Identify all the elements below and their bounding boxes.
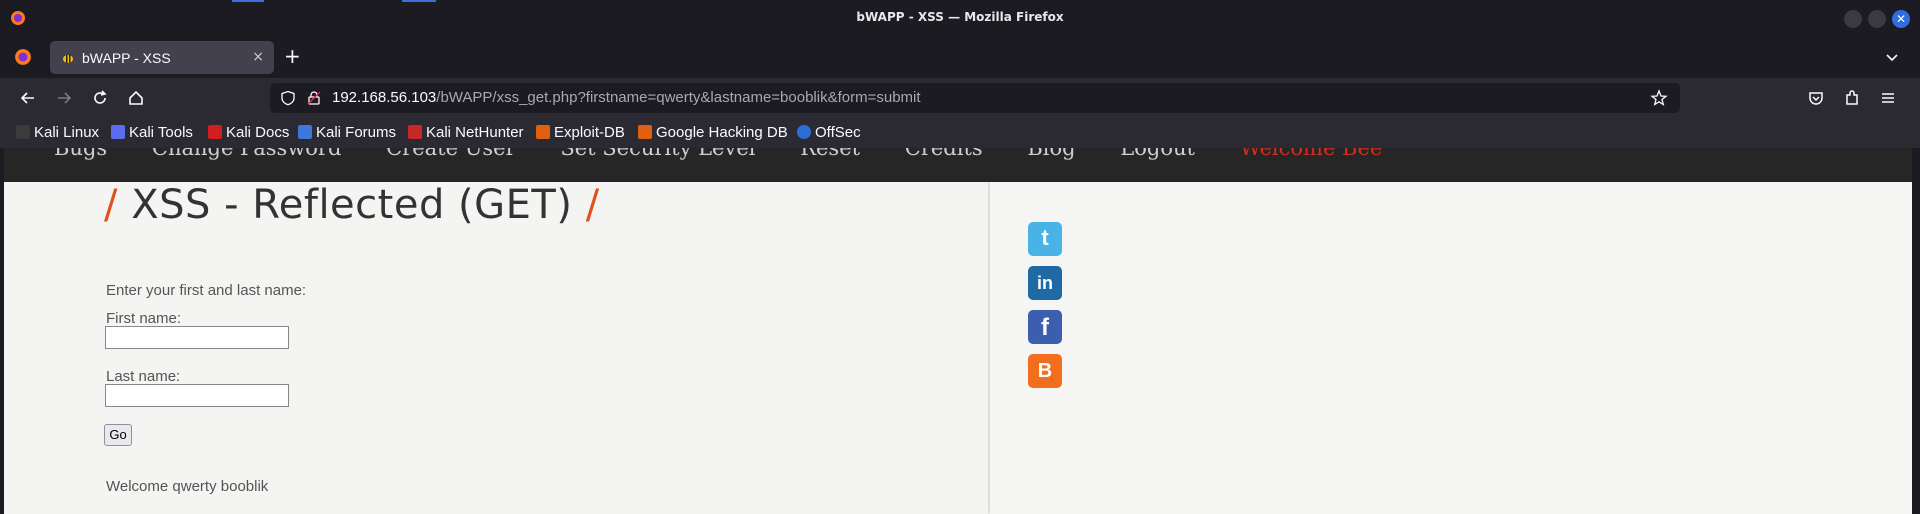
bookmark-label: Google Hacking DB	[656, 124, 788, 141]
last-name-input[interactable]	[105, 384, 289, 407]
tracking-protection-shield-icon[interactable]	[280, 90, 296, 106]
url-text[interactable]: 192.168.56.103/bWAPP/xss_get.php?firstna…	[332, 89, 921, 106]
window-title-bar: bWAPP - XSS — Mozilla Firefox ✕	[0, 0, 1920, 36]
bookmark-label: Exploit-DB	[554, 124, 625, 141]
title-text: XSS - Reflected (GET)	[131, 182, 573, 228]
kali-forums-icon	[298, 125, 312, 139]
menu-create-user[interactable]: Create User	[386, 148, 516, 160]
bookmark-google-hacking-db[interactable]: Google Hacking DB	[638, 124, 788, 141]
menu-logout[interactable]: Logout	[1120, 148, 1195, 160]
intro-text: Enter your first and last name:	[106, 282, 307, 299]
bookmark-kali-forums[interactable]: Kali Forums	[298, 124, 396, 141]
title-slash: /	[104, 182, 118, 228]
reload-icon[interactable]	[90, 88, 110, 108]
bookmark-label: Kali Forums	[316, 124, 397, 141]
welcome-message: Welcome qwerty booblik	[106, 478, 269, 495]
bookmarks-toolbar: Kali Linux Kali Tools Kali Docs Kali For…	[0, 118, 1920, 148]
tab-strip: bWAPP - XSS × +	[0, 36, 1920, 78]
sidebar-panel	[990, 182, 1912, 514]
menu-blog[interactable]: Blog	[1027, 148, 1075, 160]
menu-set-security-level[interactable]: Set Security Level	[560, 148, 755, 160]
web-page: Bugs Change Password Create User Set Sec…	[4, 148, 1912, 514]
bookmark-label: Kali Tools	[129, 124, 193, 141]
address-bar[interactable]: 192.168.56.103/bWAPP/xss_get.php?firstna…	[270, 83, 1680, 113]
page-title: / XSS - Reflected (GET) /	[104, 182, 600, 228]
menu-welcome: Welcome Bee	[1239, 148, 1383, 160]
bookmark-kali-linux[interactable]: Kali Linux	[16, 124, 99, 141]
extensions-icon[interactable]	[1842, 88, 1862, 108]
tab-close-icon[interactable]: ×	[252, 49, 264, 65]
hamburger-menu-icon[interactable]	[1878, 88, 1898, 108]
bookmark-kali-docs[interactable]: Kali Docs	[208, 124, 289, 141]
bookmark-label: OffSec	[815, 124, 861, 141]
linkedin-icon[interactable]: in	[1028, 266, 1062, 300]
menu-change-password[interactable]: Change Password	[152, 148, 342, 160]
back-arrow-icon[interactable]	[18, 88, 38, 108]
minimize-button[interactable]	[1844, 10, 1862, 28]
url-path: /bWAPP/xss_get.php?firstname=qwerty&last…	[436, 89, 921, 106]
kali-docs-icon	[208, 125, 222, 139]
pocket-icon[interactable]	[1806, 88, 1826, 108]
bee-favicon-icon	[63, 55, 73, 63]
kali-tools-icon	[111, 125, 125, 139]
forward-arrow-icon[interactable]	[54, 88, 74, 108]
go-button[interactable]: Go	[104, 424, 132, 446]
navigation-toolbar: 192.168.56.103/bWAPP/xss_get.php?firstna…	[0, 78, 1920, 118]
maximize-button[interactable]	[1868, 10, 1886, 28]
bookmark-label: Kali Docs	[226, 124, 290, 141]
kali-dragon-icon	[16, 125, 30, 139]
kali-nethunter-icon	[408, 125, 422, 139]
close-window-button[interactable]: ✕	[1892, 10, 1910, 28]
bookmark-label: Kali Linux	[34, 124, 100, 141]
bookmark-kali-tools[interactable]: Kali Tools	[111, 124, 193, 141]
bookmark-exploit-db[interactable]: Exploit-DB	[536, 124, 625, 141]
firefox-view-icon[interactable]	[14, 48, 32, 66]
first-name-input[interactable]	[105, 326, 289, 349]
twitter-icon[interactable]: t	[1028, 222, 1062, 256]
offsec-icon	[797, 125, 811, 139]
site-menu-bar: Bugs Change Password Create User Set Sec…	[4, 148, 1912, 182]
site-menu: Bugs Change Password Create User Set Sec…	[54, 148, 1420, 160]
exploit-db-icon	[536, 125, 550, 139]
bookmark-label: Kali NetHunter	[426, 124, 524, 141]
bookmark-kali-nethunter[interactable]: Kali NetHunter	[408, 124, 524, 141]
menu-reset[interactable]: Reset	[800, 148, 860, 160]
taskbar-accent	[402, 0, 436, 2]
menu-bugs[interactable]: Bugs	[54, 148, 107, 160]
ghdb-icon	[638, 125, 652, 139]
chevron-down-icon[interactable]	[1884, 49, 1900, 65]
bookmark-star-icon[interactable]	[1650, 89, 1668, 107]
tab-bwapp-xss[interactable]: bWAPP - XSS ×	[50, 41, 274, 74]
blogger-icon[interactable]: B	[1028, 354, 1062, 388]
tab-label: bWAPP - XSS	[82, 50, 171, 66]
bookmark-offsec[interactable]: OffSec	[797, 124, 861, 141]
title-slash: /	[585, 182, 600, 228]
first-name-label: First name:	[106, 310, 182, 327]
menu-credits[interactable]: Credits	[905, 148, 983, 160]
facebook-icon[interactable]: f	[1028, 310, 1062, 344]
last-name-label: Last name:	[106, 368, 181, 385]
insecure-lock-icon[interactable]	[306, 90, 322, 106]
window-title: bWAPP - XSS — Mozilla Firefox	[856, 10, 1064, 24]
new-tab-button[interactable]: +	[284, 46, 301, 66]
home-icon[interactable]	[126, 88, 146, 108]
url-host: 192.168.56.103	[332, 89, 437, 106]
taskbar-accent	[232, 0, 264, 2]
